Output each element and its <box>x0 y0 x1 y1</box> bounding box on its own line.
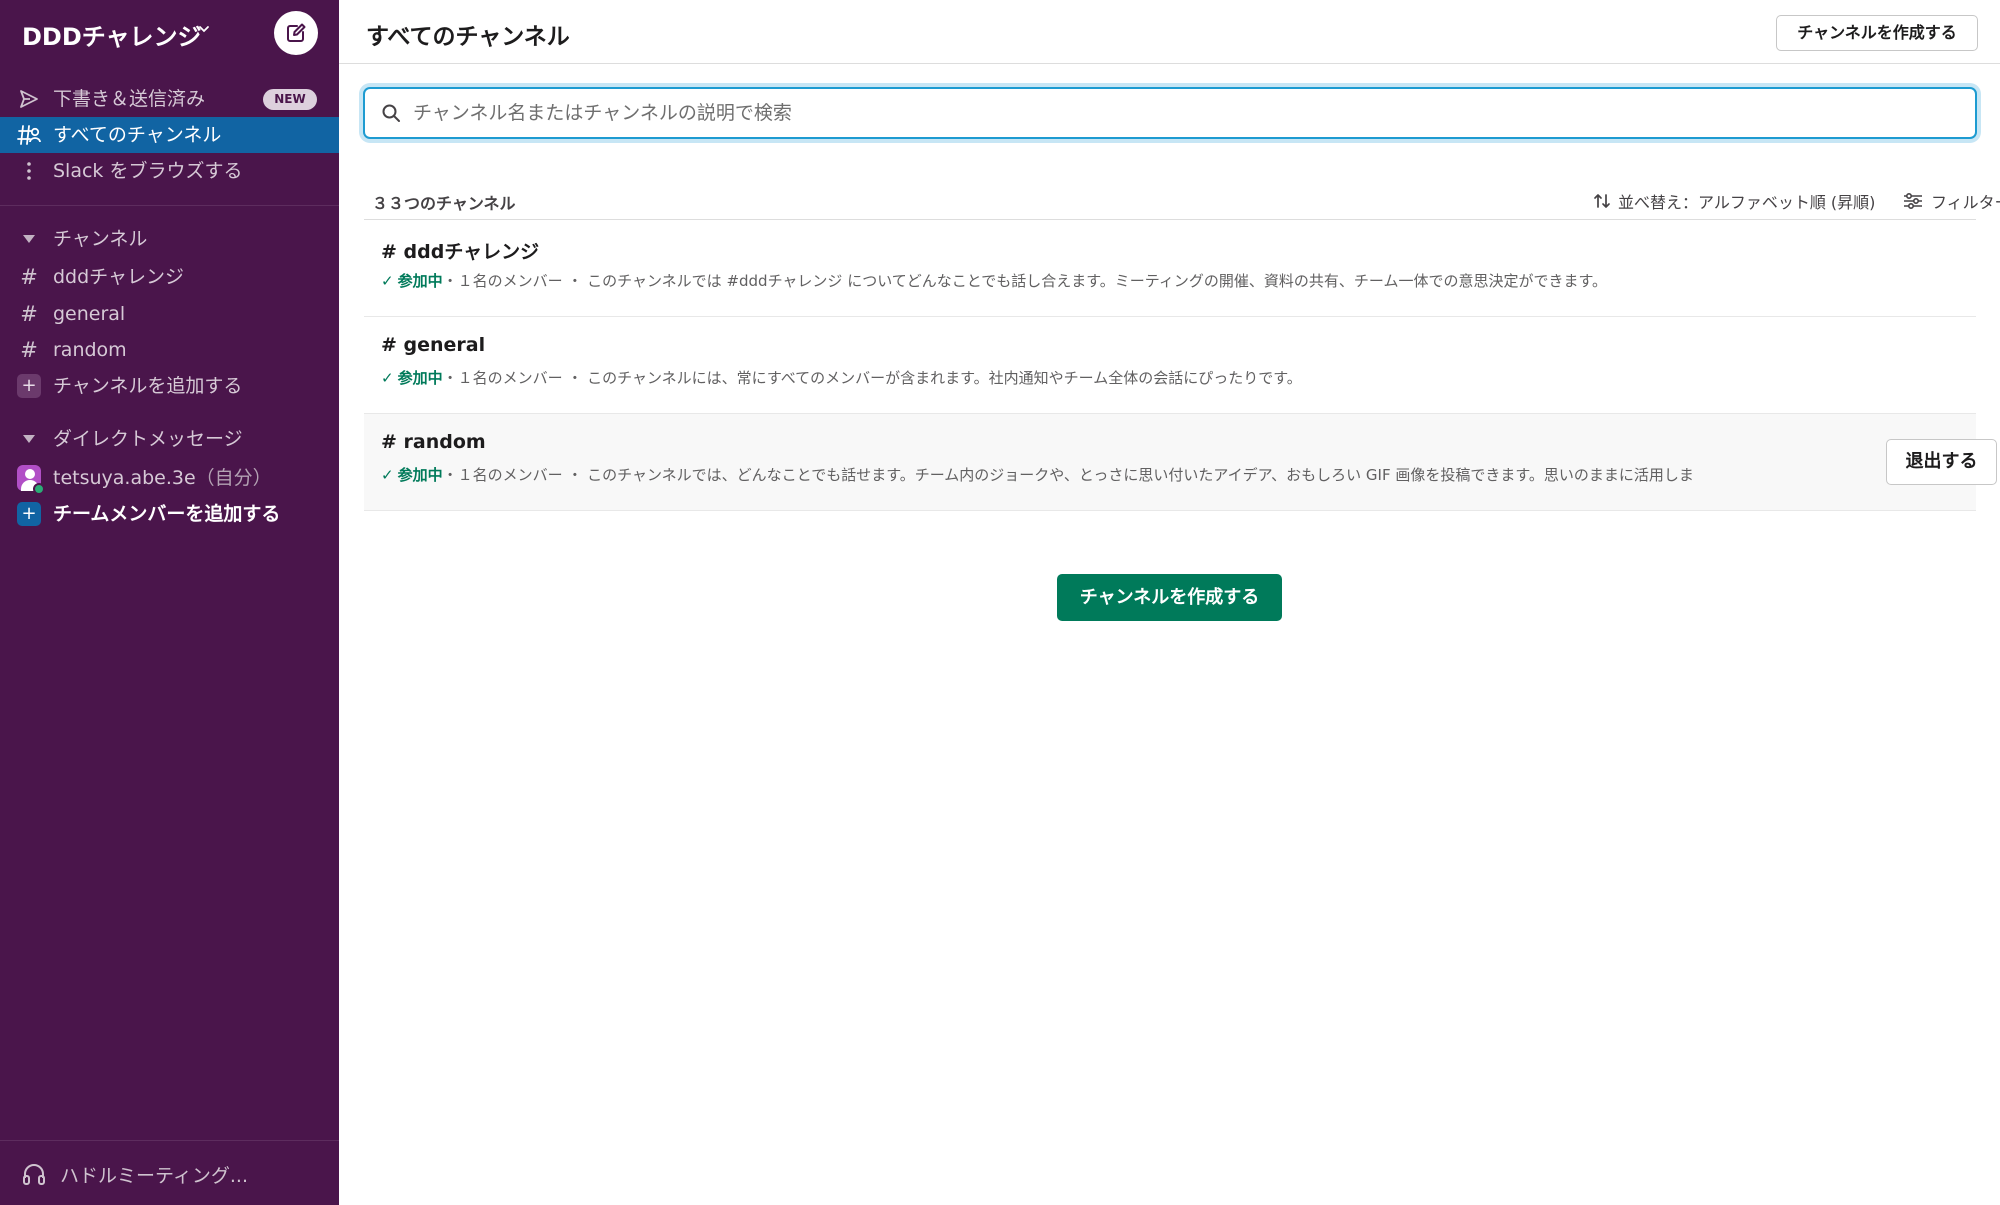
hash-icon: # <box>20 265 38 289</box>
sidebar-item-all-channels[interactable]: すべてのチャンネル <box>0 117 339 153</box>
sidebar-channel-random[interactable]: # random <box>0 332 339 368</box>
joined-status: 参加中 <box>397 466 443 484</box>
dm-self[interactable]: tetsuya.abe.3e（自分） <box>0 460 339 496</box>
channel-name: dddチャレンジ <box>53 266 184 288</box>
search-input[interactable] <box>413 99 1953 127</box>
section-title: ダイレクトメッセージ <box>53 428 243 450</box>
channel-search[interactable] <box>363 87 1977 139</box>
main-header: すべてのチャンネル チャンネルを作成する <box>339 0 2000 64</box>
plus-icon: + <box>17 374 41 398</box>
channel-description: ・１名のメンバー ・ このチャンネルでは、どんなことでも話せます。チーム内のジョ… <box>442 466 1694 484</box>
sort-icon <box>1594 194 1610 208</box>
hash-icon: # <box>20 302 38 326</box>
sidebar-item-label: すべてのチャンネル <box>53 124 222 146</box>
sidebar-channel-general[interactable]: # general <box>0 296 339 332</box>
caret-down-icon <box>17 227 41 251</box>
avatar <box>17 465 45 495</box>
add-teammates-button[interactable]: + チームメンバーを追加する <box>0 496 339 532</box>
send-icon <box>17 87 41 111</box>
channel-name: random <box>53 339 127 361</box>
sidebar-divider <box>0 205 339 206</box>
dm-section-header[interactable]: ダイレクトメッセージ <box>0 421 339 457</box>
huddle-label: ハドルミーティング... <box>60 1165 248 1187</box>
leave-channel-button[interactable]: 退出する <box>1886 439 1997 485</box>
channel-name[interactable]: # random <box>381 431 486 453</box>
filter-icon <box>1904 192 1922 210</box>
joined-status: 参加中 <box>397 272 443 290</box>
plus-icon: + <box>17 502 41 526</box>
create-channel-center-button[interactable]: チャンネルを作成する <box>1057 574 1282 621</box>
new-badge: NEW <box>263 89 317 110</box>
add-teammates-label: チームメンバーを追加する <box>53 503 281 525</box>
check-icon: ✓ <box>381 272 394 290</box>
dm-self-suffix: （自分） <box>195 467 272 489</box>
channel-description: ・１名のメンバー ・ このチャンネルには、常にすべてのメンバーが含まれます。社内… <box>442 369 1302 387</box>
channel-name: general <box>53 303 126 325</box>
workspace-name[interactable]: DDDチャレンジ <box>22 17 202 52</box>
channel-row[interactable]: # general ✓ 参加中・１名のメンバー ・ このチャンネルには、常にすべて… <box>364 317 1976 414</box>
channels-section-header[interactable]: チャンネル <box>0 221 339 257</box>
sort-button[interactable]: 並べ替え：アルファベット順 (昇順) <box>1593 189 1875 213</box>
channel-description: ・１名のメンバー ・ このチャンネルでは #dddチャレンジ についてどんなこと… <box>442 272 1607 290</box>
main-panel: すべてのチャンネル チャンネルを作成する ３３つのチャンネル 並べ替え：アルファ… <box>339 0 2000 1205</box>
channel-meta: ✓ 参加中・１名のメンバー ・ このチャンネルには、常にすべてのメンバーが含まれま… <box>381 367 1831 388</box>
presence-indicator <box>33 483 45 495</box>
check-icon: ✓ <box>381 369 394 387</box>
dm-user-name: tetsuya.abe.3e <box>53 467 196 489</box>
channel-row[interactable]: # dddチャレンジ ✓ 参加中・１名のメンバー ・ このチャンネルでは #ddd… <box>364 220 1976 317</box>
compose-icon <box>287 23 306 42</box>
add-channel-button[interactable]: + チャンネルを追加する <box>0 368 339 404</box>
compose-button[interactable] <box>274 11 318 55</box>
sidebar-channel-dddchallenge[interactable]: # dddチャレンジ <box>0 259 339 295</box>
filter-button[interactable]: フィルター <box>1903 189 2000 213</box>
sidebar-item-drafts[interactable]: 下書き＆送信済み NEW <box>0 81 339 117</box>
search-icon <box>381 103 401 127</box>
channel-meta: ✓ 参加中・１名のメンバー ・ このチャンネルでは #dddチャレンジ についてど… <box>381 270 1831 291</box>
huddle-bar[interactable]: ハドルミーティング... <box>0 1140 339 1205</box>
channels-search-icon <box>17 123 41 147</box>
sidebar-item-label: 下書き＆送信済み <box>53 88 206 110</box>
add-channel-label: チャンネルを追加する <box>53 375 243 397</box>
sidebar-item-label: Slack をブラウズする <box>53 160 243 182</box>
more-vertical-icon <box>17 159 41 183</box>
channel-name[interactable]: # general <box>381 334 485 356</box>
create-channel-button[interactable]: チャンネルを作成する <box>1776 15 1978 51</box>
hash-icon: # <box>20 338 38 362</box>
chevron-down-icon <box>199 26 209 33</box>
caret-down-icon <box>17 427 41 451</box>
sidebar: DDDチャレンジ 下書き＆送信済み NEW すべてのチャンネル Slack をブ… <box>0 0 339 1205</box>
channel-name[interactable]: # dddチャレンジ <box>381 237 539 264</box>
check-icon: ✓ <box>381 466 394 484</box>
sort-label: 並べ替え：アルファベット順 (昇順) <box>1618 193 1876 212</box>
page-title: すべてのチャンネル <box>366 24 570 50</box>
headphones-icon <box>22 1163 46 1189</box>
section-title: チャンネル <box>53 228 148 250</box>
sidebar-item-browse[interactable]: Slack をブラウズする <box>0 153 339 189</box>
joined-status: 参加中 <box>397 369 443 387</box>
channel-row[interactable]: # random ✓ 参加中・１名のメンバー ・ このチャンネルでは、どんなことで… <box>364 414 1997 511</box>
channel-count: ３３つのチャンネル <box>372 194 516 213</box>
workspace-header[interactable]: DDDチャレンジ <box>0 0 339 66</box>
channel-meta: ✓ 参加中・１名のメンバー ・ このチャンネルでは、どんなことでも話せます。チーム… <box>381 464 1841 485</box>
filter-label: フィルター <box>1931 193 2000 212</box>
